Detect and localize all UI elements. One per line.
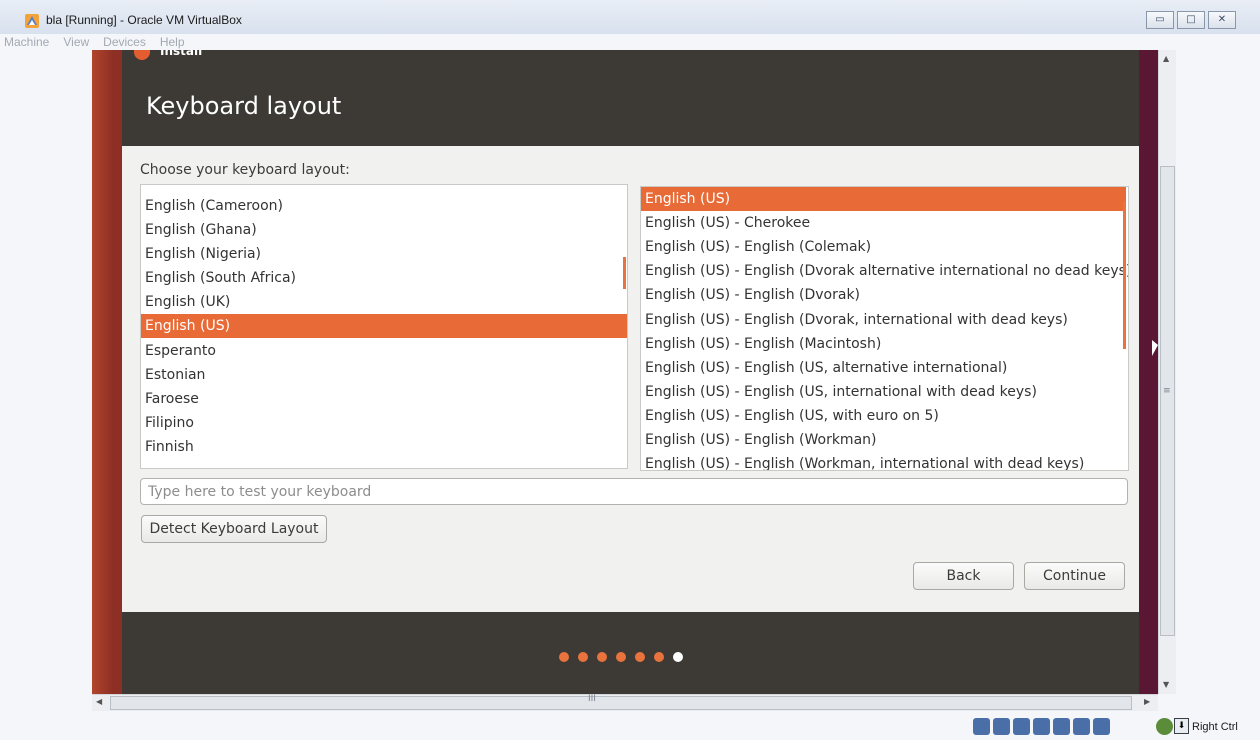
menu-machine[interactable]: Machine [4, 34, 49, 50]
title-bar: bla [Running] - Oracle VM VirtualBox ▭ □… [0, 0, 1260, 34]
layout-item[interactable]: Estonian [141, 363, 627, 387]
scroll-grip-icon: ≡ [1163, 386, 1171, 396]
layout-item[interactable]: English (Ghana) [141, 218, 627, 242]
vm-display[interactable]: Install Keyboard layout Choose your keyb… [92, 50, 1158, 694]
layout-item[interactable]: Filipino [141, 411, 627, 435]
close-button[interactable]: ✕ [1208, 11, 1236, 29]
progress-dot-current [673, 652, 683, 662]
progress-dot [559, 652, 569, 662]
window-title: bla [Running] - Oracle VM VirtualBox [46, 13, 242, 27]
layout-item[interactable]: Faroese [141, 387, 627, 411]
shared-folders-icon[interactable] [1053, 718, 1070, 735]
choose-layout-label: Choose your keyboard layout: [140, 162, 350, 178]
variant-item[interactable]: English (US) - Cherokee [641, 211, 1126, 235]
scroll-left-icon[interactable]: ◀ [96, 697, 102, 706]
detect-keyboard-layout-button[interactable]: Detect Keyboard Layout [141, 515, 327, 543]
progress-dot [616, 652, 626, 662]
layout-item[interactable]: Finnish [141, 435, 627, 459]
keyboard-test-input[interactable] [140, 478, 1128, 505]
variant-list-scroll-indicator[interactable] [1123, 201, 1126, 349]
host-key-label: Right Ctrl [1192, 721, 1238, 733]
layout-item[interactable]: English (Nigeria) [141, 242, 627, 266]
continue-button[interactable]: Continue [1024, 562, 1125, 590]
progress-dot [597, 652, 607, 662]
progress-dots [559, 652, 683, 662]
variant-item[interactable]: English (US) - English (Dvorak, internat… [641, 308, 1126, 332]
progress-dot [654, 652, 664, 662]
back-button[interactable]: Back [913, 562, 1014, 590]
variant-item[interactable]: English (US) - English (Workman) [641, 428, 1126, 452]
scroll-down-icon[interactable]: ▼ [1163, 680, 1169, 689]
optical-drive-icon[interactable] [993, 718, 1010, 735]
variant-list[interactable]: English (US) English (US) - Cherokee Eng… [640, 186, 1129, 471]
menu-view[interactable]: View [63, 34, 89, 50]
progress-dot [635, 652, 645, 662]
close-icon[interactable] [134, 50, 150, 60]
layout-item[interactable]: Esperanto [141, 339, 627, 363]
variant-item[interactable]: English (US) - English (Dvorak) [641, 283, 1126, 307]
menu-devices[interactable]: Devices [103, 34, 146, 50]
display-icon[interactable] [1073, 718, 1090, 735]
host-key-arrow-icon: ⬇ [1174, 718, 1189, 734]
scroll-up-icon[interactable]: ▲ [1163, 54, 1169, 63]
vertical-scrollbar[interactable]: ▲ ≡ ▼ [1158, 50, 1176, 694]
layout-item[interactable]: English (Cameroon) [141, 194, 627, 218]
scroll-right-icon[interactable]: ▶ [1144, 697, 1150, 706]
scroll-grip-icon: III [588, 694, 596, 704]
layout-item[interactable]: English (South Africa) [141, 266, 627, 290]
installer-footer [122, 612, 1139, 694]
virtualbox-app-icon [25, 14, 39, 28]
installer-window-title: Install [160, 50, 203, 58]
variant-item[interactable]: English (US) - English (US, with euro on… [641, 404, 1126, 428]
virtualbox-window: bla [Running] - Oracle VM VirtualBox ▭ □… [0, 0, 1260, 740]
status-bar: ⬇ Right Ctrl [0, 711, 1260, 740]
variant-item[interactable]: English (US) - English (Macintosh) [641, 332, 1126, 356]
menu-help[interactable]: Help [160, 34, 185, 50]
menu-bar: Machine View Devices Help [0, 34, 185, 50]
network-icon[interactable] [1033, 718, 1050, 735]
maximize-button[interactable]: □ [1177, 11, 1205, 29]
horizontal-scrollbar[interactable]: ◀ III ▶ [92, 694, 1158, 711]
variant-item[interactable]: English (US) - English (Workman, interna… [641, 452, 1126, 470]
window-controls: ▭ □ ✕ [1146, 11, 1236, 29]
variant-item[interactable]: English (US) - English (Colemak) [641, 235, 1126, 259]
installer-header: Install Keyboard layout [122, 50, 1139, 146]
installer-window: Install Keyboard layout Choose your keyb… [122, 50, 1139, 694]
hard-disk-icon[interactable] [973, 718, 990, 735]
status-icons [973, 718, 1110, 735]
progress-dot [578, 652, 588, 662]
page-title: Keyboard layout [146, 92, 342, 120]
video-capture-icon[interactable] [1093, 718, 1110, 735]
horizontal-scroll-thumb[interactable] [110, 696, 1132, 710]
minimize-button[interactable]: ▭ [1146, 11, 1174, 29]
variant-item[interactable]: English (US) - English (Dvorak alternati… [641, 259, 1128, 283]
layout-list-scroll-indicator[interactable] [623, 257, 626, 289]
vertical-scroll-thumb[interactable] [1160, 166, 1175, 636]
audio-icon[interactable] [1013, 718, 1030, 735]
layout-item-selected[interactable]: English (US) [141, 314, 627, 338]
layout-item[interactable]: English (UK) [141, 290, 627, 314]
variant-item[interactable]: English (US) - English (US, alternative … [641, 356, 1126, 380]
mouse-integration-icon[interactable] [1156, 718, 1173, 735]
variant-item-selected[interactable]: English (US) [641, 187, 1126, 211]
layout-list[interactable]: English (Cameroon) English (Ghana) Engli… [140, 184, 628, 469]
variant-item[interactable]: English (US) - English (US, internationa… [641, 380, 1126, 404]
